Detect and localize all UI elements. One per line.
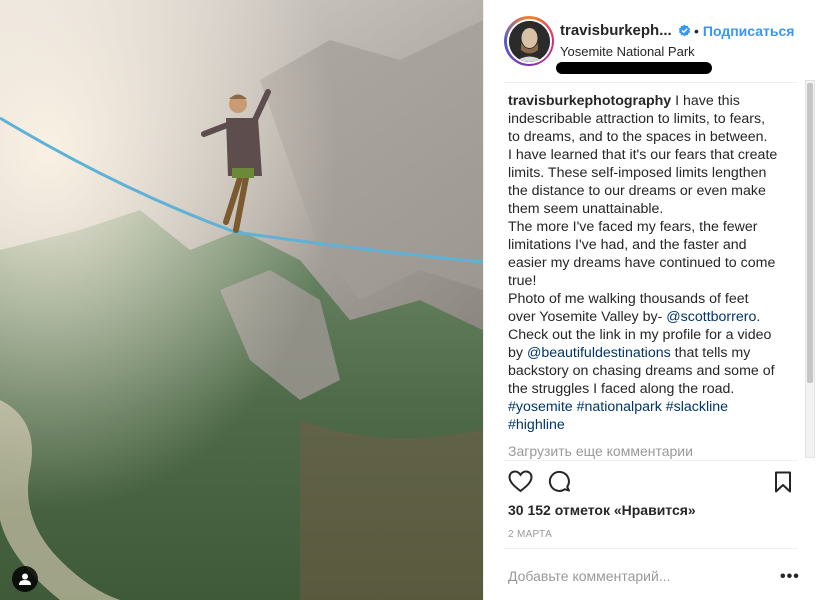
redacted-bar	[556, 62, 712, 74]
bookmark-icon[interactable]	[774, 471, 792, 498]
caption-period: .	[756, 309, 761, 325]
caption-text-3: I have learned that it's our fears that …	[508, 147, 778, 163]
username-link[interactable]: travisburkeph...	[560, 22, 672, 39]
heart-icon[interactable]	[508, 470, 533, 498]
header-divider	[504, 82, 798, 83]
caption-text-1: indescribable attraction to limits, to f…	[508, 111, 766, 127]
hashtag-link[interactable]: #nationalpark	[577, 399, 662, 415]
caption-text-13: backstory on chasing dreams and some of	[508, 363, 775, 379]
likes-count[interactable]: 30 152 отметок «Нравится»	[508, 502, 696, 518]
caption-text-2: to dreams, and to the spaces in between.	[508, 129, 768, 145]
post-details-panel: travisburkeph... • Подписаться Yosemite N…	[483, 0, 817, 600]
slackline-photo	[0, 0, 483, 600]
follow-button[interactable]: Подписаться	[703, 23, 795, 39]
mention-link[interactable]: @scottborrero	[666, 309, 756, 325]
comment-input[interactable]	[508, 566, 768, 586]
hashtag-link[interactable]: #yosemite	[508, 399, 573, 415]
caption-text-4: limits. These self-imposed limits length…	[508, 165, 767, 181]
caption-text-14: the struggles I faced along the road.	[508, 381, 735, 397]
caption-text-tells: that tells my	[674, 345, 751, 361]
post-header: travisburkeph... • Подписаться Yosemite N…	[484, 0, 817, 82]
caption-text-11: Photo of me walking thousands of feet	[508, 291, 749, 307]
caption-text-9: easier my dreams have continued to come	[508, 255, 776, 271]
actions-divider	[504, 460, 798, 461]
hashtag-link[interactable]: #slackline	[666, 399, 728, 415]
tagged-users-button[interactable]	[12, 566, 38, 592]
caption-text-12: over Yosemite Valley by-	[508, 309, 663, 325]
comment-divider	[504, 548, 798, 549]
hashtag-link[interactable]: #highline	[508, 417, 565, 433]
post-date[interactable]: 2 МАРТА	[508, 529, 552, 540]
caption-text-7: The more I've faced my fears, the fewer	[508, 219, 758, 235]
caption-text-check: Check out the link in my profile for a v…	[508, 327, 772, 343]
user-icon	[19, 573, 31, 585]
scrollbar-thumb[interactable]	[807, 83, 813, 383]
caption-comment: travisburkephotography I have this indes…	[508, 92, 786, 460]
caption-text-5: the distance to our dreams or even make	[508, 183, 766, 199]
separator-dot: •	[694, 23, 699, 39]
caption-author-link[interactable]: travisburkephotography	[508, 93, 671, 109]
load-more-comments-button[interactable]: Загрузить еще комментарии	[508, 442, 786, 460]
caption-text-8: limitations I've had, and the faster and	[508, 237, 747, 253]
avatar-image	[508, 20, 550, 62]
comments-scrollbar[interactable]	[805, 80, 815, 458]
caption-text-10: true!	[508, 273, 537, 289]
caption-text-0: I have this	[675, 93, 740, 109]
avatar[interactable]	[504, 16, 554, 66]
comment-icon[interactable]	[548, 470, 572, 499]
mention-link[interactable]: @beautifuldestinations	[527, 345, 671, 361]
more-options-button[interactable]: •••	[780, 568, 800, 586]
verified-badge-icon	[678, 24, 691, 42]
caption-text-by: by	[508, 345, 523, 361]
location-link[interactable]: Yosemite National Park	[560, 44, 695, 59]
post-photo[interactable]	[0, 0, 483, 600]
caption-text-6: them seem unattainable.	[508, 201, 664, 217]
